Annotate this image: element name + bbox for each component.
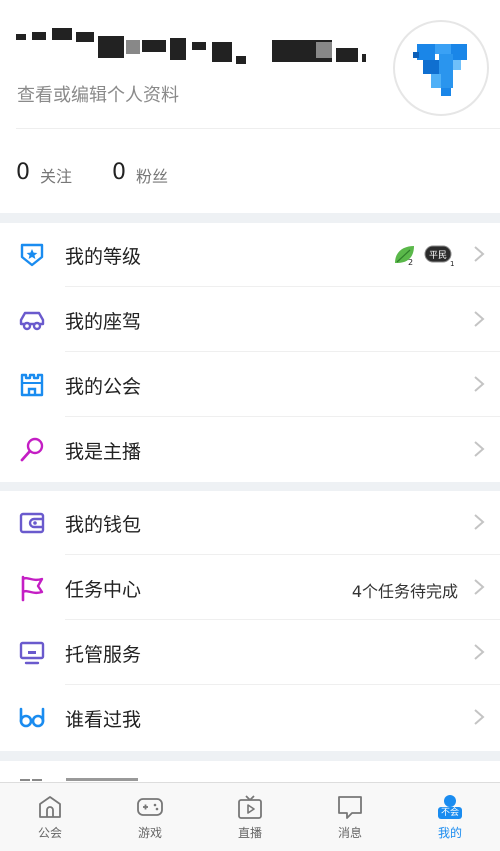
section-gap [0, 751, 500, 761]
menu-item-label: 我的等级 [65, 246, 142, 268]
grid-icon [20, 779, 30, 781]
menu-item-label: 托管服务 [65, 644, 142, 666]
tab-mine[interactable]: 不会玩 我的 [400, 783, 500, 851]
shield-star-icon [20, 243, 44, 267]
profile-icon [444, 795, 456, 807]
fans-label[interactable]: 粉丝 [136, 163, 168, 187]
row-divider [65, 351, 500, 352]
following-label[interactable]: 关注 [40, 163, 72, 187]
row-divider [65, 416, 500, 417]
tab-label: 直播 [237, 826, 262, 840]
tab-label: 游戏 [137, 826, 162, 840]
monitor-icon [19, 641, 45, 665]
menu-item-label: 谁看过我 [65, 709, 142, 731]
menu-item-label: 我是主播 [65, 441, 142, 463]
profile-header[interactable]: 查看或编辑个人资料 [0, 0, 500, 128]
chevron-right-icon [474, 644, 485, 660]
menu-item-label: 我的座驾 [65, 311, 142, 333]
fans-count[interactable]: 0 [112, 160, 126, 185]
gamepad-icon [137, 798, 163, 816]
menu-item-partial[interactable] [0, 761, 500, 781]
username-obscured [16, 26, 366, 66]
section-gap [0, 213, 500, 223]
tab-messages[interactable]: 消息 [300, 783, 400, 851]
menu-item-i-am-streamer[interactable]: 我是主播 [0, 418, 500, 482]
menu-item-task-center[interactable]: 任务中心 4个任务待完成 [0, 556, 500, 620]
menu-item-who-viewed-me[interactable]: 谁看过我 [0, 686, 500, 750]
grid-icon-part [32, 779, 42, 781]
menu-item-my-guild[interactable]: 我的公会 [0, 353, 500, 417]
profile-subtitle: 查看或编辑个人资料 [17, 85, 179, 106]
chevron-right-icon [474, 246, 485, 262]
tab-label: 我的 [437, 826, 462, 840]
avatar-image [413, 44, 467, 96]
menu-item-label: 我的钱包 [65, 514, 142, 536]
level-leaf-badge: 2 [395, 246, 414, 267]
bottom-tab-bar: 公会 游戏 直播 消息 不会玩 我的 [0, 782, 500, 851]
chevron-right-icon [474, 441, 485, 457]
wallet-icon [19, 512, 45, 534]
level-pill-badge: 平民 1 [424, 245, 454, 267]
chevron-right-icon [474, 709, 485, 725]
menu-item-label: 任务中心 [65, 579, 142, 601]
tab-games[interactable]: 游戏 [100, 783, 200, 851]
pill-text: 平民 [429, 250, 447, 261]
glasses-icon [19, 707, 45, 728]
flag-icon [21, 575, 44, 602]
following-count[interactable]: 0 [16, 160, 30, 185]
leaf-level-number: 2 [408, 258, 413, 267]
tab-label: 消息 [337, 826, 362, 840]
tab-mine-badge: 不会玩 [438, 807, 462, 830]
car-icon [19, 311, 45, 331]
castle-icon [20, 373, 44, 397]
obscured-label [66, 778, 138, 781]
profile-divider [16, 128, 500, 129]
row-divider [65, 684, 500, 685]
follow-stats: 0 关注 0 粉丝 [0, 138, 500, 208]
tab-label: 公会 [37, 826, 62, 840]
menu-item-my-wallet[interactable]: 我的钱包 [0, 491, 500, 555]
tv-play-icon [238, 795, 262, 819]
menu-item-my-car[interactable]: 我的座驾 [0, 288, 500, 352]
tab-live[interactable]: 直播 [200, 783, 300, 851]
guild-icon [39, 796, 61, 818]
pending-tasks-text: 4个任务待完成 [351, 582, 458, 601]
menu-item-hosting-service[interactable]: 托管服务 [0, 621, 500, 685]
row-divider [65, 554, 500, 555]
menu-item-my-level[interactable]: 我的等级 2 平民 1 [0, 223, 500, 287]
row-divider [65, 286, 500, 287]
chevron-right-icon [474, 311, 485, 327]
menu-item-label: 我的公会 [65, 376, 142, 398]
chevron-right-icon [474, 579, 485, 595]
chevron-right-icon [474, 376, 485, 392]
chevron-right-icon [474, 514, 485, 530]
avatar[interactable] [393, 20, 489, 116]
row-divider [65, 619, 500, 620]
microphone-icon [20, 437, 44, 462]
tab-guild[interactable]: 公会 [0, 783, 100, 851]
pill-level-number: 1 [450, 260, 454, 267]
message-bubble-icon [338, 796, 362, 819]
